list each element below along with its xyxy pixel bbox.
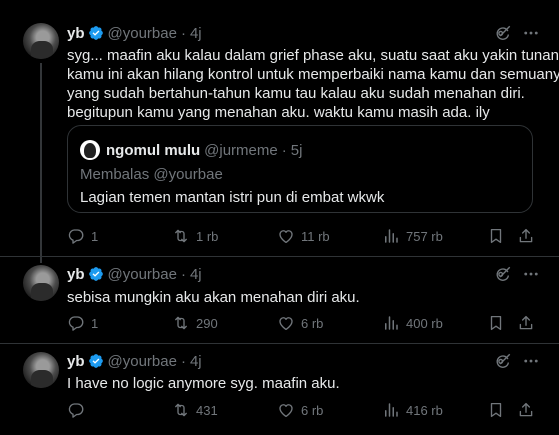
like-button[interactable]: 6 rb: [277, 313, 323, 333]
share-button[interactable]: [517, 313, 535, 333]
user-handle[interactable]: @yourbae: [108, 266, 177, 283]
bookmark-button[interactable]: [487, 313, 505, 333]
more-icon[interactable]: [522, 352, 540, 370]
quote-user-handle: @jurmeme: [204, 141, 278, 159]
quote-text: Lagian temen mantan istri pun di embat w…: [80, 189, 385, 206]
repost-button[interactable]: 431: [172, 400, 218, 420]
tweet-1[interactable]: yb @yourbae · 4j syg... maafin aku kalau…: [0, 0, 559, 263]
repost-count: 1 rb: [196, 228, 219, 244]
separator-dot: ·: [180, 352, 186, 370]
quote-display-name: ngomul mulu: [106, 141, 201, 159]
bookmark-icon: [487, 227, 505, 245]
quote-avatar: [80, 140, 100, 160]
reply-icon: [67, 227, 85, 245]
separator-dot: ·: [281, 141, 287, 159]
tweet-text-line: yang sudah bertahun-tahun kamu tau kalau…: [67, 85, 525, 102]
like-icon: [277, 314, 295, 332]
like-icon: [277, 227, 295, 245]
like-button[interactable]: 6 rb: [277, 400, 323, 420]
grok-icon[interactable]: [494, 265, 512, 283]
verified-badge-icon: [88, 266, 104, 282]
avatar[interactable]: [23, 23, 59, 59]
display-name[interactable]: yb: [67, 353, 85, 370]
reply-count: 1: [91, 228, 99, 244]
grok-icon[interactable]: [494, 24, 512, 42]
more-icon[interactable]: [522, 24, 540, 42]
quote-timestamp: 5j: [290, 141, 303, 159]
tweet-header: yb @yourbae · 4j: [67, 265, 202, 283]
views-button[interactable]: 757 rb: [382, 226, 443, 246]
bookmark-icon: [487, 314, 505, 332]
share-button[interactable]: [517, 400, 535, 420]
views-button[interactable]: 416 rb: [382, 400, 443, 420]
quoted-tweet[interactable]: ngomul mulu @jurmeme · 5j Membalas @your…: [67, 125, 533, 213]
repost-count: 431: [196, 402, 218, 418]
tweet-actions: 1 1 rb 11 rb 757 rb: [67, 226, 537, 246]
share-button[interactable]: [517, 226, 535, 246]
repost-icon: [172, 314, 190, 332]
tweet-text-line: syg... maafin aku kalau dalam grief phas…: [67, 47, 559, 64]
repost-icon: [172, 227, 190, 245]
grok-icon[interactable]: [494, 352, 512, 370]
tweet-text-line: kamu ini akan hilang kontrol untuk mempe…: [67, 66, 559, 83]
reply-count: 1: [91, 315, 99, 331]
user-handle[interactable]: @yourbae: [108, 353, 177, 370]
display-name[interactable]: yb: [67, 266, 85, 283]
views-count: 757 rb: [406, 228, 443, 244]
like-icon: [277, 401, 295, 419]
tweet-header: yb @yourbae · 4j: [67, 352, 202, 370]
like-button[interactable]: 11 rb: [277, 226, 330, 246]
repost-button[interactable]: 290: [172, 313, 218, 333]
like-count: 6 rb: [301, 402, 324, 418]
tweet-text: syg... maafin aku kalau dalam grief phas…: [67, 46, 559, 122]
views-icon: [382, 227, 400, 245]
bookmark-button[interactable]: [487, 226, 505, 246]
reply-button[interactable]: [67, 400, 91, 420]
share-icon: [517, 314, 535, 332]
views-count: 400 rb: [406, 315, 443, 331]
quote-reply-context: Membalas @yourbae: [80, 166, 223, 183]
timestamp[interactable]: 4j: [190, 353, 202, 370]
user-handle[interactable]: @yourbae: [108, 25, 177, 42]
more-icon[interactable]: [522, 265, 540, 283]
repost-button[interactable]: 1 rb: [172, 226, 218, 246]
thread-connector-line: [40, 63, 42, 263]
tweet-text-line: I have no logic anymore syg. maafin aku.: [67, 375, 340, 392]
tweet-text: sebisa mungkin aku akan menahan diri aku…: [67, 288, 547, 307]
display-name[interactable]: yb: [67, 25, 85, 42]
repost-count: 290: [196, 315, 218, 331]
avatar[interactable]: [23, 352, 59, 388]
tweet-actions: 431 6 rb 416 rb: [67, 400, 537, 420]
share-icon: [517, 401, 535, 419]
like-count: 11 rb: [301, 228, 330, 244]
verified-badge-icon: [88, 25, 104, 41]
share-icon: [517, 227, 535, 245]
tweet-2[interactable]: yb @yourbae · 4j sebisa mungkin aku akan…: [0, 257, 559, 343]
avatar[interactable]: [23, 265, 59, 301]
views-button[interactable]: 400 rb: [382, 313, 443, 333]
bookmark-button[interactable]: [487, 400, 505, 420]
tweet-actions: 1 290 6 rb 400 rb: [67, 313, 537, 333]
repost-icon: [172, 401, 190, 419]
timestamp[interactable]: 4j: [190, 266, 202, 283]
timestamp[interactable]: 4j: [190, 25, 202, 42]
tweet-3[interactable]: yb @yourbae · 4j I have no logic anymore…: [0, 344, 559, 435]
views-count: 416 rb: [406, 402, 443, 418]
reply-button[interactable]: 1: [67, 313, 98, 333]
views-icon: [382, 401, 400, 419]
reply-icon: [67, 314, 85, 332]
quote-header: ngomul mulu @jurmeme · 5j: [106, 140, 302, 160]
separator-dot: ·: [180, 265, 186, 283]
tweet-text-line: sebisa mungkin aku akan menahan diri aku…: [67, 289, 360, 306]
tweet-text-line: begitupun kamu yang menahan aku. waktu k…: [67, 104, 490, 121]
views-icon: [382, 314, 400, 332]
reply-button[interactable]: 1: [67, 226, 98, 246]
like-count: 6 rb: [301, 315, 324, 331]
separator-dot: ·: [180, 24, 186, 42]
bookmark-icon: [487, 401, 505, 419]
tweet-header: yb @yourbae · 4j: [67, 24, 202, 42]
verified-badge-icon: [88, 353, 104, 369]
tweet-text: I have no logic anymore syg. maafin aku.: [67, 374, 547, 393]
reply-icon: [67, 401, 85, 419]
